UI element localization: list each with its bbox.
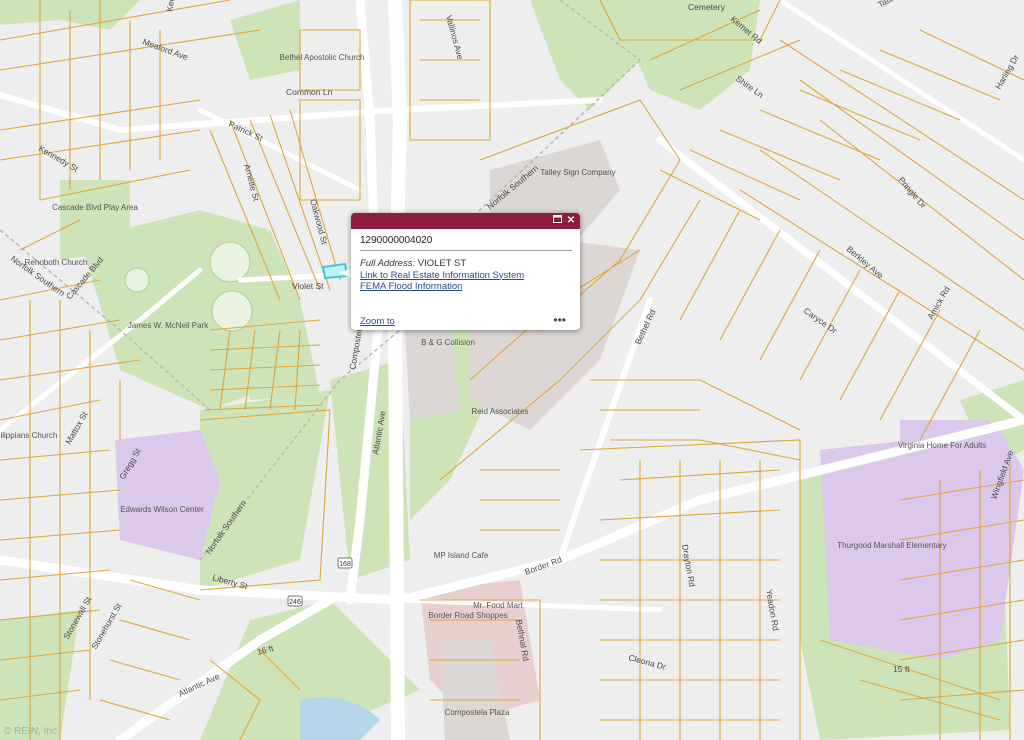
- place-label: Mr. Food Mart: [473, 601, 524, 610]
- popup-body: 1290000004020 Full Address: VIOLET ST Li…: [351, 229, 580, 293]
- address-value: VIOLET ST: [417, 258, 467, 269]
- route-shield-246: 246: [287, 595, 303, 607]
- zoom-to-link[interactable]: Zoom to: [360, 316, 395, 327]
- address-row: Full Address: VIOLET ST: [360, 258, 572, 270]
- svg-text:246: 246: [289, 599, 301, 606]
- place-label: Philippians Church: [0, 431, 57, 440]
- place-label: Reid Associates: [472, 407, 529, 416]
- close-icon[interactable]: ✕: [565, 214, 577, 227]
- place-label: Edwards Wilson Center: [120, 505, 204, 514]
- place-label: Border Road Shoppes: [428, 611, 507, 620]
- place-label: James W. McNeil Park: [128, 321, 209, 330]
- popup-pointer: [340, 268, 351, 278]
- fema-flood-link[interactable]: FEMA Flood Information: [360, 281, 462, 292]
- real-estate-link[interactable]: Link to Real Estate Information System: [360, 270, 524, 281]
- parcel-map[interactable]: 168 246 Keel Meaford Ave Common Ln Patri…: [0, 0, 1024, 740]
- address-label: Full Address:: [360, 258, 416, 269]
- place-label: Thurgood Marshall Elementary: [837, 541, 946, 550]
- parcel-info-popup: ✕ 1290000004020 Full Address: VIOLET ST …: [351, 213, 580, 330]
- street-label: Violet St: [292, 281, 324, 291]
- place-label: Cascade Blvd Play Area: [52, 203, 138, 212]
- svg-text:168: 168: [339, 561, 351, 568]
- copyright-watermark: © REIN, Inc: [4, 726, 57, 737]
- place-label: Talley Sign Company: [540, 168, 615, 177]
- place-label: B & G Collision: [421, 338, 475, 347]
- street-label: Cemetery: [688, 2, 726, 12]
- popup-footer: Zoom to •••: [360, 313, 566, 327]
- place-label: Rehoboth Church: [25, 258, 88, 267]
- route-shield-168: 168: [337, 557, 353, 569]
- place-label: Virginia Home For Adults: [898, 441, 986, 450]
- place-label: Compostela Plaza: [445, 708, 510, 717]
- place-label: MP Island Cafe: [434, 551, 489, 560]
- popup-title: 1290000004020: [360, 235, 572, 251]
- popup-header: ✕: [351, 213, 580, 229]
- maximize-icon[interactable]: [551, 214, 563, 227]
- street-label: Common Ln: [286, 87, 333, 97]
- place-label: Bethel Apostolic Church: [280, 53, 365, 62]
- elevation-label: 15 ft: [893, 664, 910, 674]
- more-options-icon[interactable]: •••: [553, 313, 566, 327]
